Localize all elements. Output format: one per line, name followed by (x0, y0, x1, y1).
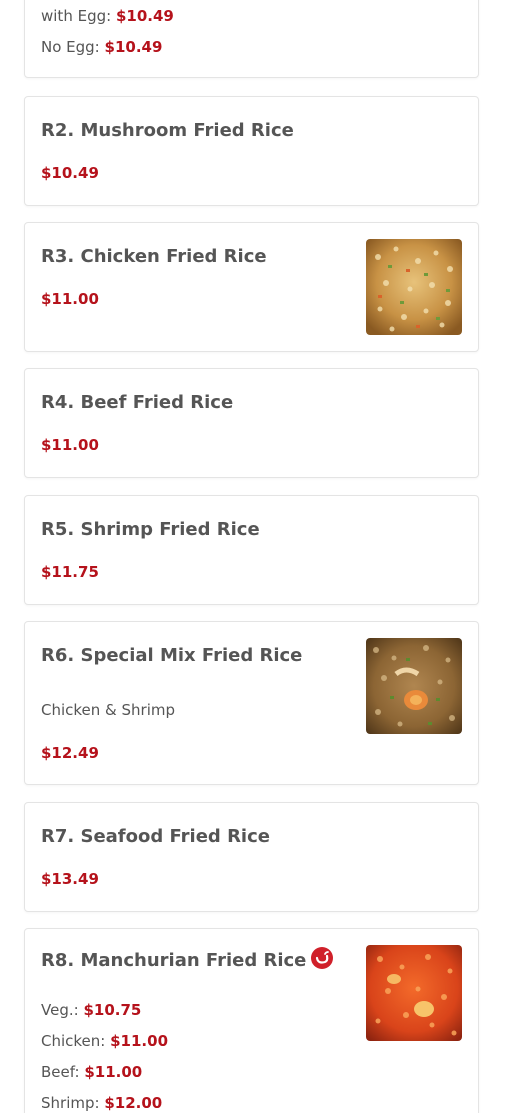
option-beef: Beef: $11.00 (41, 1063, 142, 1081)
item-price: $11.00 (41, 290, 99, 308)
item-title: R8. Manchurian Fried Rice (41, 950, 307, 971)
option-label: Chicken: (41, 1032, 106, 1050)
option-label: Beef: (41, 1063, 80, 1081)
menu-item-card-r2[interactable]: R2. Mushroom Fried Rice $10.49 (24, 96, 479, 206)
menu-item-card-r4[interactable]: R4. Beef Fried Rice $11.00 (24, 368, 479, 478)
option-price: $10.49 (115, 7, 174, 25)
item-price: $11.00 (41, 436, 99, 454)
option-label: No Egg: (41, 38, 100, 56)
item-title: R4. Beef Fried Rice (41, 392, 234, 413)
item-price: $13.49 (41, 870, 99, 888)
menu-item-card-r1[interactable]: with Egg: $10.49 No Egg: $10.49 (24, 0, 479, 78)
item-price: $10.49 (41, 164, 99, 182)
item-title-row: R8. Manchurian Fried Rice (41, 946, 334, 975)
option-veg: Veg.: $10.75 (41, 1001, 141, 1019)
menu-item-card-r5[interactable]: R5. Shrimp Fried Rice $11.75 (24, 495, 479, 605)
option-chicken: Chicken: $11.00 (41, 1032, 168, 1050)
menu-item-card-r6[interactable]: R6. Special Mix Fried Rice Chicken & Shr… (24, 621, 479, 785)
option-shrimp: Shrimp: $12.00 (41, 1094, 162, 1112)
item-title: R5. Shrimp Fried Rice (41, 519, 260, 540)
item-title: R7. Seafood Fried Rice (41, 826, 270, 847)
item-description: Chicken & Shrimp (41, 701, 176, 719)
menu-list: with Egg: $10.49 No Egg: $10.49 R2. Mush… (0, 0, 510, 1113)
item-title: R3. Chicken Fried Rice (41, 246, 267, 267)
option-price: $10.75 (83, 1001, 142, 1019)
menu-item-card-r3[interactable]: R3. Chicken Fried Rice $11.00 (24, 222, 479, 352)
option-label: Shrimp: (41, 1094, 100, 1112)
manchurian-fried-rice-photo[interactable] (366, 945, 462, 1041)
item-title: R6. Special Mix Fried Rice (41, 645, 303, 666)
menu-item-card-r8[interactable]: R8. Manchurian Fried Rice Veg.: $10.75 C… (24, 928, 479, 1113)
menu-item-card-r7[interactable]: R7. Seafood Fried Rice $13.49 (24, 802, 479, 912)
option-no-egg: No Egg: $10.49 (41, 38, 162, 56)
item-price: $12.49 (41, 744, 99, 762)
option-label: with Egg: (41, 7, 112, 25)
option-with-egg: with Egg: $10.49 (41, 7, 174, 25)
chicken-fried-rice-photo[interactable] (366, 239, 462, 335)
option-label: Veg.: (41, 1001, 79, 1019)
option-price: $11.00 (84, 1063, 143, 1081)
spicy-pepper-icon (310, 946, 334, 975)
item-title: R2. Mushroom Fried Rice (41, 120, 294, 141)
option-price: $10.49 (104, 38, 163, 56)
special-mix-fried-rice-photo[interactable] (366, 638, 462, 734)
option-price: $11.00 (110, 1032, 169, 1050)
option-price: $12.00 (104, 1094, 163, 1112)
item-price: $11.75 (41, 563, 99, 581)
